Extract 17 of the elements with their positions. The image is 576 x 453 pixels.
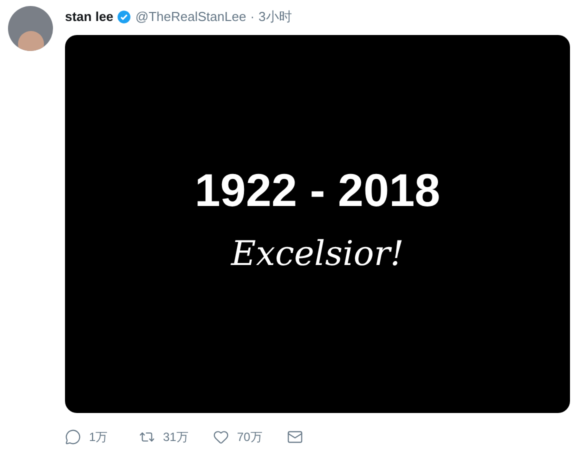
user-handle[interactable]: @TheRealStanLee [135,7,246,27]
headline-text: 1922 - 2018 [194,163,440,218]
action-count: 70万 [237,429,262,446]
action-count: 1万 [89,429,108,446]
envelope-icon [287,429,303,445]
heart-button[interactable]: 70万 [213,427,287,447]
reply-icon [65,429,81,445]
tagline-text: Excelsior! [231,233,404,276]
retweet-button[interactable]: 31万 [139,427,213,447]
reply-button[interactable]: 1万 [65,427,139,447]
media-image[interactable]: 1922 - 2018 Excelsior! [65,35,570,413]
action-count: 31万 [163,429,188,446]
separator-dot: · [250,8,255,26]
avatar[interactable] [8,6,53,51]
user-name[interactable]: stan lee [65,7,114,27]
tweet-time[interactable]: 3小时 [258,7,292,27]
heart-icon [213,429,229,445]
